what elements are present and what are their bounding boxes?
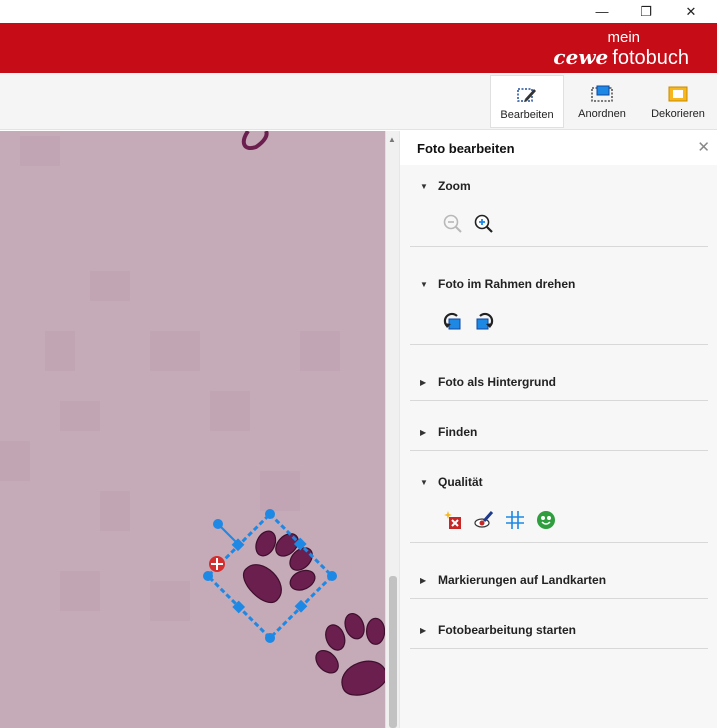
section-rotate-label: Foto im Rahmen drehen: [438, 277, 576, 291]
canvas-scrollbar[interactable]: ▲: [385, 131, 399, 728]
auto-fix-icon: [444, 511, 461, 529]
section-quality: ▼ Qualität: [410, 467, 708, 543]
section-find-header[interactable]: ▶ Finden: [410, 417, 477, 447]
zoom-in-button[interactable]: [473, 213, 495, 235]
panel-title: Foto bearbeiten: [417, 141, 515, 156]
red-eye-icon: [474, 511, 494, 528]
section-find-label: Finden: [438, 425, 478, 439]
tab-bearbeiten-label: Bearbeiten: [500, 109, 554, 121]
section-map-markers-header[interactable]: ▶ Markierungen auf Landkarten: [410, 565, 606, 595]
brand-cewe: cewe: [553, 45, 609, 69]
tab-dekorieren-label: Dekorieren: [651, 108, 705, 120]
zoom-out-button[interactable]: [442, 213, 464, 235]
section-rotate-header[interactable]: ▼ Foto im Rahmen drehen: [410, 269, 575, 299]
brand-logo: cewe fotobuch: [553, 45, 689, 70]
paw-sticker[interactable]: [302, 603, 385, 707]
section-quality-header[interactable]: ▼ Qualität: [410, 467, 483, 497]
zoom-in-icon: [474, 214, 493, 233]
close-icon: ✕: [697, 139, 710, 156]
zoom-out-icon: [443, 214, 462, 233]
expanded-triangle-icon: ▼: [420, 279, 428, 289]
collapsed-triangle-icon: ▶: [420, 575, 427, 585]
maximize-button[interactable]: ❐: [623, 0, 669, 23]
decorate-icon: [668, 86, 688, 102]
section-zoom: ▼ Zoom: [410, 171, 708, 247]
tab-bearbeiten[interactable]: Bearbeiten: [490, 75, 564, 128]
edit-photo-panel: Foto bearbeiten ✕ ▼ Zoom ▼ Foto im Rahme…: [399, 131, 717, 728]
tab-anordnen-label: Anordnen: [578, 108, 626, 120]
rotate-left-button[interactable]: [442, 311, 464, 333]
window-titlebar: — ❐ ✕: [0, 0, 717, 23]
section-map-markers: ▶ Markierungen auf Landkarten: [410, 565, 708, 599]
section-start-editing: ▶ Fotobearbeitung starten: [410, 615, 708, 649]
brand-bar: mein cewe fotobuch: [0, 23, 717, 73]
section-background: ▶ Foto als Hintergrund: [410, 367, 708, 401]
smiley-icon: [537, 511, 555, 529]
arrange-icon: [591, 85, 613, 102]
close-window-button[interactable]: ✕: [668, 0, 714, 23]
collapsed-triangle-icon: ▶: [420, 377, 427, 387]
red-eye-button[interactable]: [473, 509, 495, 531]
expanded-triangle-icon: ▼: [420, 477, 428, 487]
scroll-up-icon[interactable]: ▲: [388, 135, 396, 144]
selected-paw-sticker[interactable]: [203, 509, 337, 643]
grid-icon: [506, 511, 524, 529]
decor-stroke: [241, 131, 269, 150]
tab-anordnen[interactable]: Anordnen: [566, 75, 638, 128]
tab-dekorieren[interactable]: Dekorieren: [642, 75, 714, 128]
collapsed-triangle-icon: ▶: [420, 625, 427, 635]
section-background-header[interactable]: ▶ Foto als Hintergrund: [410, 367, 556, 397]
section-quality-label: Qualität: [438, 475, 483, 489]
section-background-label: Foto als Hintergrund: [438, 375, 556, 389]
edit-photo-icon: [517, 88, 536, 102]
section-rotate: ▼ Foto im Rahmen drehen: [410, 269, 708, 345]
section-find: ▶ Finden: [410, 417, 708, 451]
section-zoom-header[interactable]: ▼ Zoom: [410, 171, 471, 201]
rotate-right-icon: [476, 312, 494, 330]
minimize-button[interactable]: —: [579, 0, 625, 23]
restore-icon: ❐: [640, 3, 652, 19]
panel-close-button[interactable]: ✕: [697, 138, 710, 156]
smiley-button[interactable]: [535, 509, 557, 531]
canvas-artwork: [0, 131, 385, 707]
panel-header: Foto bearbeiten ✕: [400, 131, 717, 165]
rotate-right-button[interactable]: [473, 311, 495, 333]
minimize-icon: —: [595, 4, 609, 19]
expanded-triangle-icon: ▼: [420, 181, 428, 191]
toolbar: Bearbeiten Anordnen Dekorieren: [0, 73, 717, 130]
auto-fix-button[interactable]: [442, 509, 464, 531]
section-start-editing-label: Fotobearbeitung starten: [438, 623, 577, 637]
brand-fotobuch: fotobuch: [612, 47, 689, 69]
grid-button[interactable]: [504, 509, 526, 531]
page-canvas[interactable]: [0, 131, 385, 728]
collapsed-triangle-icon: ▶: [420, 427, 427, 437]
section-map-markers-label: Markierungen auf Landkarten: [438, 573, 607, 587]
rotate-left-icon: [443, 312, 461, 330]
section-zoom-label: Zoom: [438, 179, 471, 193]
brand-mein: mein: [607, 29, 640, 46]
close-icon: ✕: [685, 3, 697, 19]
scrollbar-thumb[interactable]: [389, 576, 397, 728]
section-start-editing-header[interactable]: ▶ Fotobearbeitung starten: [410, 615, 576, 645]
